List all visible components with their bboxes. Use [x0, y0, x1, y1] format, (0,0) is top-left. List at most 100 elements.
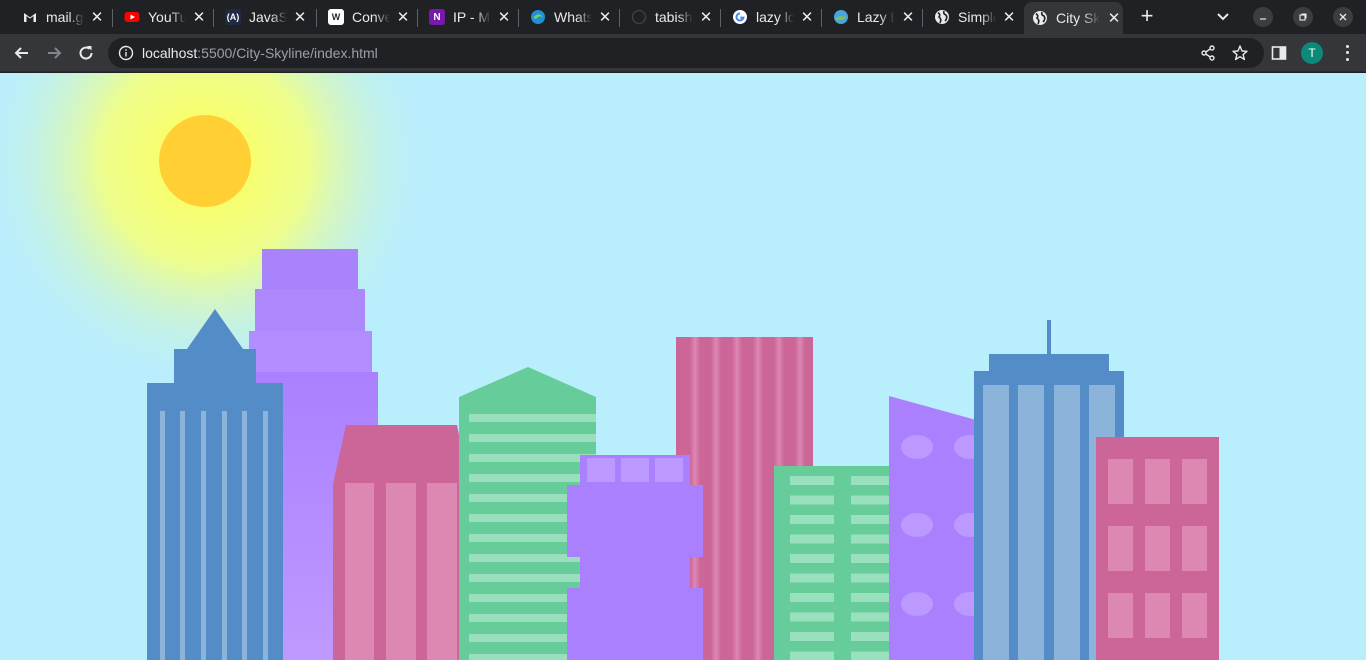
- window: [790, 515, 834, 524]
- window: [1145, 459, 1170, 504]
- window-stripe: [201, 411, 206, 660]
- window: [790, 476, 834, 485]
- sun: [159, 115, 251, 207]
- window: [790, 612, 834, 622]
- tab-separator: [619, 9, 620, 27]
- pink-windowed-building: [1096, 437, 1219, 660]
- tower-stripe: [711, 337, 721, 660]
- window-stripe: [222, 411, 227, 660]
- kebab-menu-icon[interactable]: [1340, 43, 1354, 63]
- tab-3[interactable]: (A) JavaScript ✕: [217, 2, 307, 32]
- minimize-icon[interactable]: [1253, 7, 1273, 27]
- tab-search-icon[interactable]: [1214, 8, 1232, 26]
- tab-close-icon[interactable]: ✕: [800, 9, 814, 26]
- forward-arrow-icon[interactable]: [44, 43, 64, 63]
- github-icon: [631, 9, 647, 25]
- window: [790, 554, 834, 563]
- url-host: localhost: [142, 45, 198, 61]
- window: [790, 534, 834, 544]
- window: [1182, 593, 1207, 638]
- tab-close-icon[interactable]: ✕: [1002, 9, 1016, 26]
- window: [851, 573, 895, 583]
- side-panel-icon[interactable]: [1270, 44, 1288, 62]
- tab-title: IP - Microsoft OneNote: [453, 9, 491, 25]
- youtube-icon: [124, 9, 140, 25]
- url-path: :5500/City-Skyline/index.html: [197, 45, 378, 61]
- globe-icon: [934, 9, 950, 25]
- tab-1[interactable]: mail.google.com ✕: [14, 2, 104, 32]
- tab-separator: [720, 9, 721, 27]
- window-stripe: [160, 411, 165, 660]
- gmail-icon: [22, 9, 38, 25]
- pink-building: [333, 425, 469, 660]
- back-arrow-icon[interactable]: [12, 43, 32, 63]
- tab-8[interactable]: lazy loading ✕: [724, 2, 814, 32]
- window: [851, 651, 895, 660]
- tab-separator: [821, 9, 822, 27]
- floor-stripe: [469, 454, 596, 462]
- city-skyline-scene: [0, 73, 1219, 660]
- tab-close-icon[interactable]: ✕: [90, 9, 104, 26]
- tab-6[interactable]: WhatsApp ✕: [522, 2, 612, 32]
- tab-title: Convert: [352, 9, 391, 25]
- tab-title: JavaScript: [249, 9, 288, 25]
- window: [790, 573, 834, 583]
- window: [851, 515, 895, 524]
- bookmark-star-icon[interactable]: [1231, 44, 1249, 62]
- tab-close-icon[interactable]: ✕: [1106, 10, 1122, 27]
- tab-11[interactable]: City Skyline ✕: [1024, 2, 1123, 34]
- floor-stripe: [469, 474, 596, 482]
- tab-10[interactable]: Simple ✕: [926, 2, 1016, 32]
- new-tab-button[interactable]: +: [1136, 5, 1158, 28]
- tab-close-icon[interactable]: ✕: [293, 9, 307, 26]
- tab-close-icon[interactable]: ✕: [598, 9, 612, 26]
- browser-toolbar: localhost:5500/City-Skyline/index.html T: [0, 34, 1366, 72]
- tab-9[interactable]: Lazy Loading ✕: [825, 2, 915, 32]
- tower-stripe: [753, 337, 763, 660]
- tab-5[interactable]: N IP - Microsoft OneNote ✕: [421, 2, 511, 32]
- url-text: localhost:5500/City-Skyline/index.html: [142, 45, 378, 61]
- tab-close-icon[interactable]: ✕: [192, 9, 206, 26]
- tab-title: WhatsApp: [554, 9, 593, 25]
- tab-4[interactable]: W Convert ✕: [320, 2, 410, 32]
- floor-stripe: [469, 434, 596, 442]
- tab-title: lazy loading: [756, 9, 795, 25]
- profile-avatar[interactable]: T: [1301, 42, 1323, 64]
- window: [1182, 459, 1207, 504]
- tab-title: YouTube: [148, 9, 187, 25]
- window: [1108, 526, 1133, 571]
- window: [1145, 593, 1170, 638]
- tab-7[interactable]: tabish ✕: [623, 2, 713, 32]
- edge-icon: [530, 9, 546, 25]
- tab-close-icon[interactable]: ✕: [699, 9, 713, 26]
- pink-building-windows: [1108, 459, 1207, 638]
- tab-title: tabish: [655, 9, 693, 25]
- window: [851, 534, 895, 544]
- tab-separator: [316, 9, 317, 27]
- window: [790, 593, 834, 602]
- window: [1108, 593, 1133, 638]
- window: [851, 476, 895, 485]
- tab-2[interactable]: YouTube ✕: [116, 2, 206, 32]
- window: [790, 651, 834, 660]
- tab-close-icon[interactable]: ✕: [901, 9, 915, 26]
- tab-separator: [213, 9, 214, 27]
- tower-stripe: [732, 337, 742, 660]
- restore-icon[interactable]: [1293, 7, 1313, 27]
- w3-icon: W: [328, 9, 344, 25]
- site-info-icon[interactable]: [118, 45, 134, 61]
- tab-close-icon[interactable]: ✕: [396, 9, 410, 26]
- window: [790, 495, 834, 505]
- tab-separator: [417, 9, 418, 27]
- window: [851, 632, 895, 641]
- tab-close-icon[interactable]: ✕: [497, 9, 511, 26]
- close-window-icon[interactable]: [1333, 7, 1353, 27]
- window: [790, 632, 834, 641]
- window: [851, 612, 895, 622]
- share-icon[interactable]: [1199, 44, 1217, 62]
- reload-icon[interactable]: [76, 43, 96, 63]
- address-bar[interactable]: localhost:5500/City-Skyline/index.html: [108, 38, 1264, 68]
- tab-title: City Skyline: [1056, 10, 1100, 26]
- globe-color-icon: [833, 9, 849, 25]
- google-icon: [732, 9, 748, 25]
